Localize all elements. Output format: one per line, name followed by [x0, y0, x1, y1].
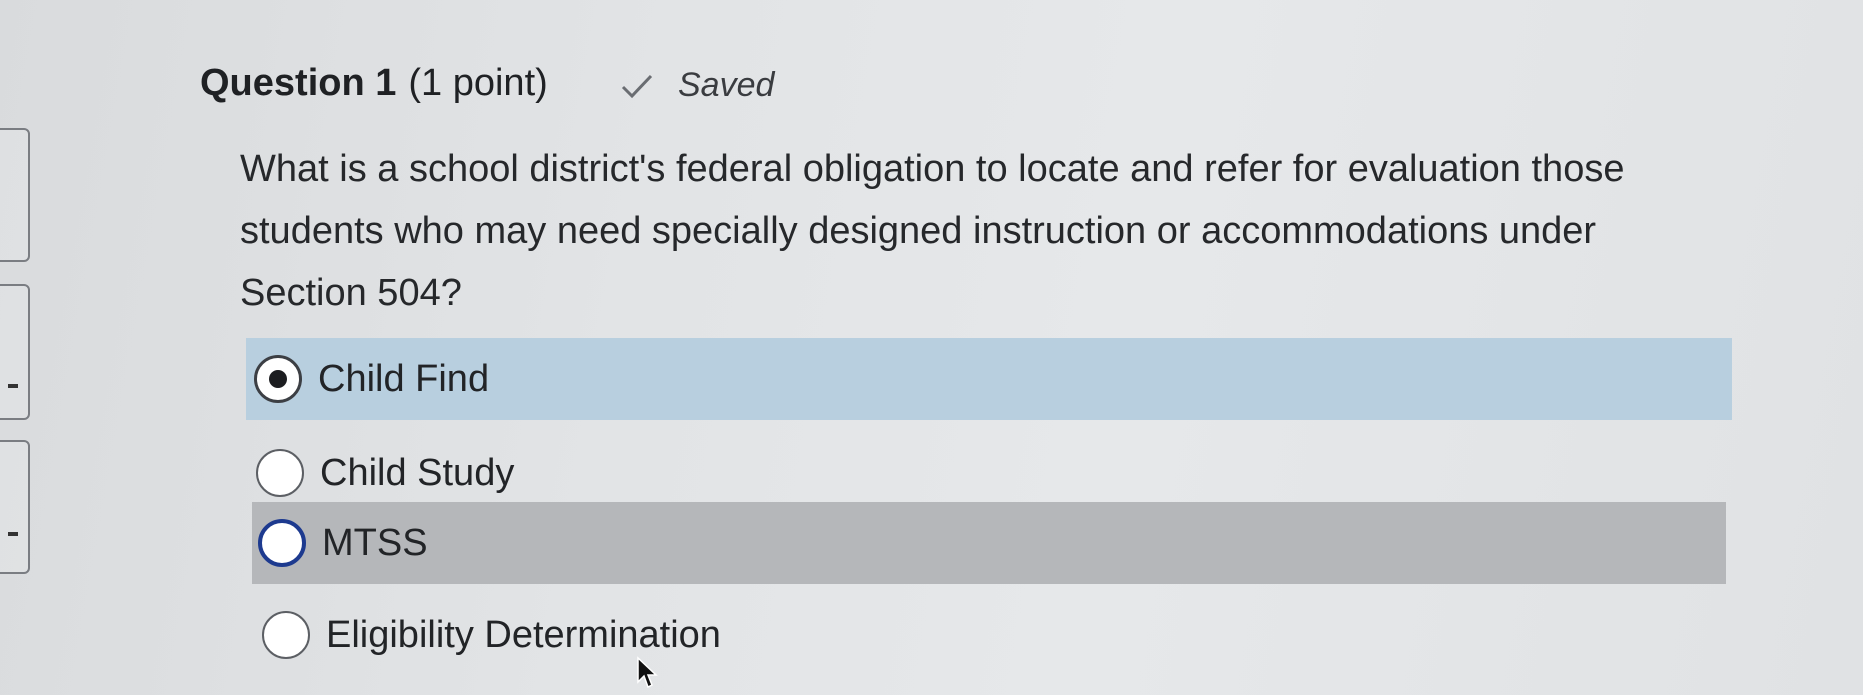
- option-label: Child Study: [320, 451, 515, 494]
- radio-button-focused[interactable]: [258, 519, 306, 567]
- side-nav-marker: [8, 532, 18, 536]
- side-nav-tab[interactable]: [0, 440, 30, 574]
- radio-button[interactable]: [256, 449, 304, 497]
- side-nav-tab[interactable]: [0, 284, 30, 420]
- question-text: What is a school district's federal obli…: [240, 148, 1625, 314]
- option-label: MTSS: [322, 521, 428, 564]
- side-nav-tab[interactable]: [0, 128, 30, 262]
- saved-status: Saved: [620, 66, 774, 105]
- answer-option-mtss[interactable]: MTSS: [252, 502, 1726, 584]
- radio-button-selected[interactable]: [254, 355, 302, 403]
- answer-option-eligibility-determination[interactable]: Eligibility Determination: [258, 594, 1724, 676]
- answer-option-child-find[interactable]: Child Find: [246, 338, 1732, 420]
- check-icon: [621, 74, 653, 98]
- saved-status-label: Saved: [678, 66, 775, 104]
- question-header: Question 1 (1 point): [200, 62, 548, 105]
- option-label: Eligibility Determination: [326, 613, 721, 656]
- question-title: Question 1: [200, 62, 397, 104]
- question-points: (1 point): [408, 62, 548, 104]
- option-label: Child Find: [318, 357, 490, 400]
- mouse-pointer-icon: [637, 656, 658, 689]
- side-nav-marker: [8, 384, 18, 388]
- radio-button[interactable]: [262, 611, 310, 659]
